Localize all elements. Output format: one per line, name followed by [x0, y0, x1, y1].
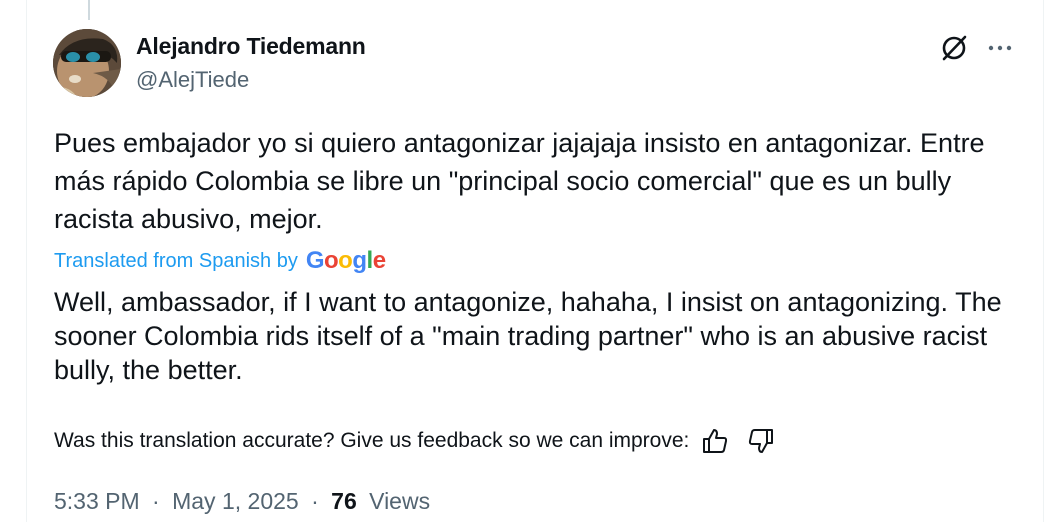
- google-logo: Google: [306, 247, 386, 275]
- meta-separator: ·: [311, 488, 319, 514]
- author-handle[interactable]: @AlejTiede: [136, 67, 249, 93]
- google-logo-letter: o: [324, 247, 339, 274]
- google-logo-letter: e: [372, 247, 386, 274]
- tweet-container: Alejandro Tiedemann @AlejTiede Pues emba…: [0, 0, 1054, 522]
- google-logo-letter: o: [338, 247, 353, 274]
- tweet-text: Pues embajador yo si quiero antagonizar …: [54, 128, 985, 234]
- feedback-prompt: Was this translation accurate? Give us f…: [54, 429, 690, 452]
- translation-attribution[interactable]: Translated from Spanish by Google: [54, 247, 386, 275]
- column-border-right: [1043, 0, 1044, 522]
- avatar-image: [53, 29, 121, 97]
- translation-feedback: Was this translation accurate? Give us f…: [54, 427, 775, 455]
- google-logo-letter: g: [352, 247, 367, 274]
- column-border-left: [26, 0, 27, 522]
- thumbs-up-icon[interactable]: [701, 427, 729, 455]
- meta-separator: ·: [152, 488, 160, 514]
- thread-connector-line: [88, 0, 90, 20]
- author-name[interactable]: Alejandro Tiedemann: [136, 33, 366, 60]
- translated-text: Well, ambassador, if I want to antagoniz…: [54, 287, 1002, 385]
- tweet-metadata: 5:33 PM · May 1, 2025 · 76 Views: [54, 488, 430, 515]
- thumbs-down-icon[interactable]: [747, 427, 775, 455]
- tweet-date[interactable]: May 1, 2025: [172, 488, 299, 514]
- views-count: 76: [331, 488, 357, 514]
- google-logo-letter: G: [305, 247, 325, 274]
- tweet-time[interactable]: 5:33 PM: [54, 488, 140, 514]
- grok-icon[interactable]: [940, 32, 970, 62]
- avatar[interactable]: [53, 29, 121, 97]
- views-label: Views: [369, 488, 431, 514]
- more-horizontal-icon[interactable]: [985, 32, 1015, 62]
- translated-from-label[interactable]: Translated from Spanish by: [54, 250, 298, 273]
